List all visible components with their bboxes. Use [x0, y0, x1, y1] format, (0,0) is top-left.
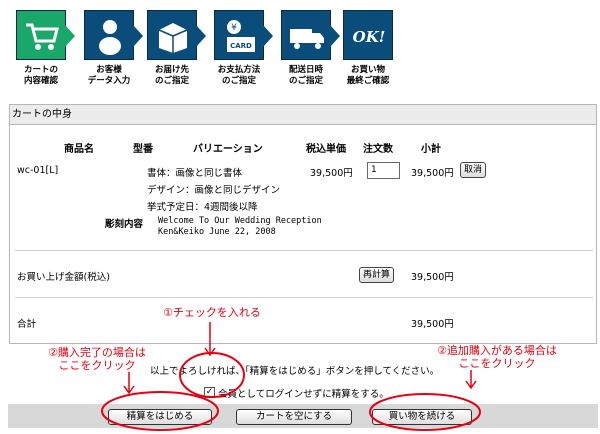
engraving-line: Ken&Keiko June 22, 2008	[158, 227, 276, 237]
cancel-button[interactable]: 取消	[460, 162, 487, 178]
ok-icon: OK!	[343, 10, 393, 60]
continue-shopping-button[interactable]: 買い物を続ける	[372, 409, 472, 425]
ok-badge: OK!	[353, 28, 386, 46]
header-code: 型番	[133, 144, 153, 155]
step-delivery-address: お届け先 のご指定	[141, 8, 206, 98]
header-variation: バリエーション	[193, 144, 263, 155]
item-subtotal: 39,500円	[411, 168, 454, 179]
step-label: お買い物 最終ご確認	[346, 65, 390, 86]
checkout-button[interactable]: 精算をはじめる	[108, 409, 212, 425]
card-badge: CARD	[230, 42, 252, 50]
total-label: お買い上げ金額(税込)	[17, 272, 110, 283]
item-product: wc-01[L]	[17, 165, 59, 176]
step-label: お届け先 のご指定	[154, 65, 189, 86]
header-subtotal: 小計	[421, 144, 441, 155]
recalculate-button[interactable]: 再計算	[359, 267, 395, 283]
cart-title: カートの中身	[10, 105, 596, 125]
grand-total-label: 合計	[17, 319, 37, 330]
annotation-check: ①チェックを入れる	[163, 306, 261, 319]
step-payment: ¥ CARD お支払方法 のご指定	[208, 8, 273, 98]
checkout-notice: 以上でよろしければ、「精算をはじめる」ボタンを押してください。	[150, 366, 440, 377]
item-price: 39,500円	[310, 168, 353, 179]
step-label: お客様 データ入力	[87, 65, 131, 86]
annotation-arrow	[204, 347, 216, 357]
annotation-arrow	[465, 380, 477, 390]
guest-checkout-checkbox[interactable]: ✓	[204, 387, 215, 398]
svg-text:¥: ¥	[231, 23, 237, 33]
delivery-truck-icon	[281, 10, 340, 60]
variation-line: 書体：画像と同じ書体	[147, 168, 243, 179]
step-final-confirm: OK! お買い物 最終ご確認	[337, 8, 399, 98]
customer-icon	[84, 10, 143, 60]
engraving-label: 彫刻内容	[105, 219, 144, 230]
step-delivery-date: 配送日時 のご指定	[275, 8, 340, 98]
header-price: 税込単価	[306, 144, 346, 155]
guest-checkout-label: 会員としてログインせずに精算をする。	[218, 389, 389, 400]
cart-icon	[16, 10, 75, 60]
annotation-arrow	[123, 385, 135, 395]
step-label: 配送日時 のご指定	[288, 65, 323, 86]
header-product: 商品名	[64, 144, 94, 155]
empty-cart-button[interactable]: カートを空にする	[236, 409, 352, 425]
header-qty: 注文数	[363, 144, 393, 155]
engraving-line: Welcome To Our Wedding Reception	[158, 216, 322, 226]
checkout-steps: カートの 内容確認 お客様 データ入力 お届け先 のご指定 ¥ CARD お支払…	[0, 0, 600, 100]
delivery-address-icon	[147, 10, 206, 60]
quantity-input[interactable]: 1	[367, 162, 400, 179]
total-amount: 39,500円	[411, 272, 454, 283]
divider	[15, 250, 593, 251]
cart-panel: カートの中身 商品名 型番 バリエーション 税込単価 注文数 小計 wc-01[…	[9, 104, 597, 344]
step-label: カートの 内容確認	[23, 65, 58, 86]
divider	[15, 297, 593, 298]
grand-total-amount: 39,500円	[411, 319, 454, 330]
variation-line: 挙式予定日：4週間後以降	[147, 202, 258, 213]
annotation-additional: ②追加購入がある場合は ここをクリック	[437, 344, 557, 370]
variation-line: デザイン：画像と同じデザイン	[147, 185, 281, 196]
payment-card-icon: ¥ CARD	[214, 10, 273, 60]
annotation-complete: ②購入完了の場合は ここをクリック	[48, 346, 146, 372]
step-cart: カートの 内容確認	[10, 8, 75, 98]
step-label: お支払方法 のご指定	[217, 65, 261, 86]
step-customer: お客様 データ入力	[78, 8, 143, 98]
